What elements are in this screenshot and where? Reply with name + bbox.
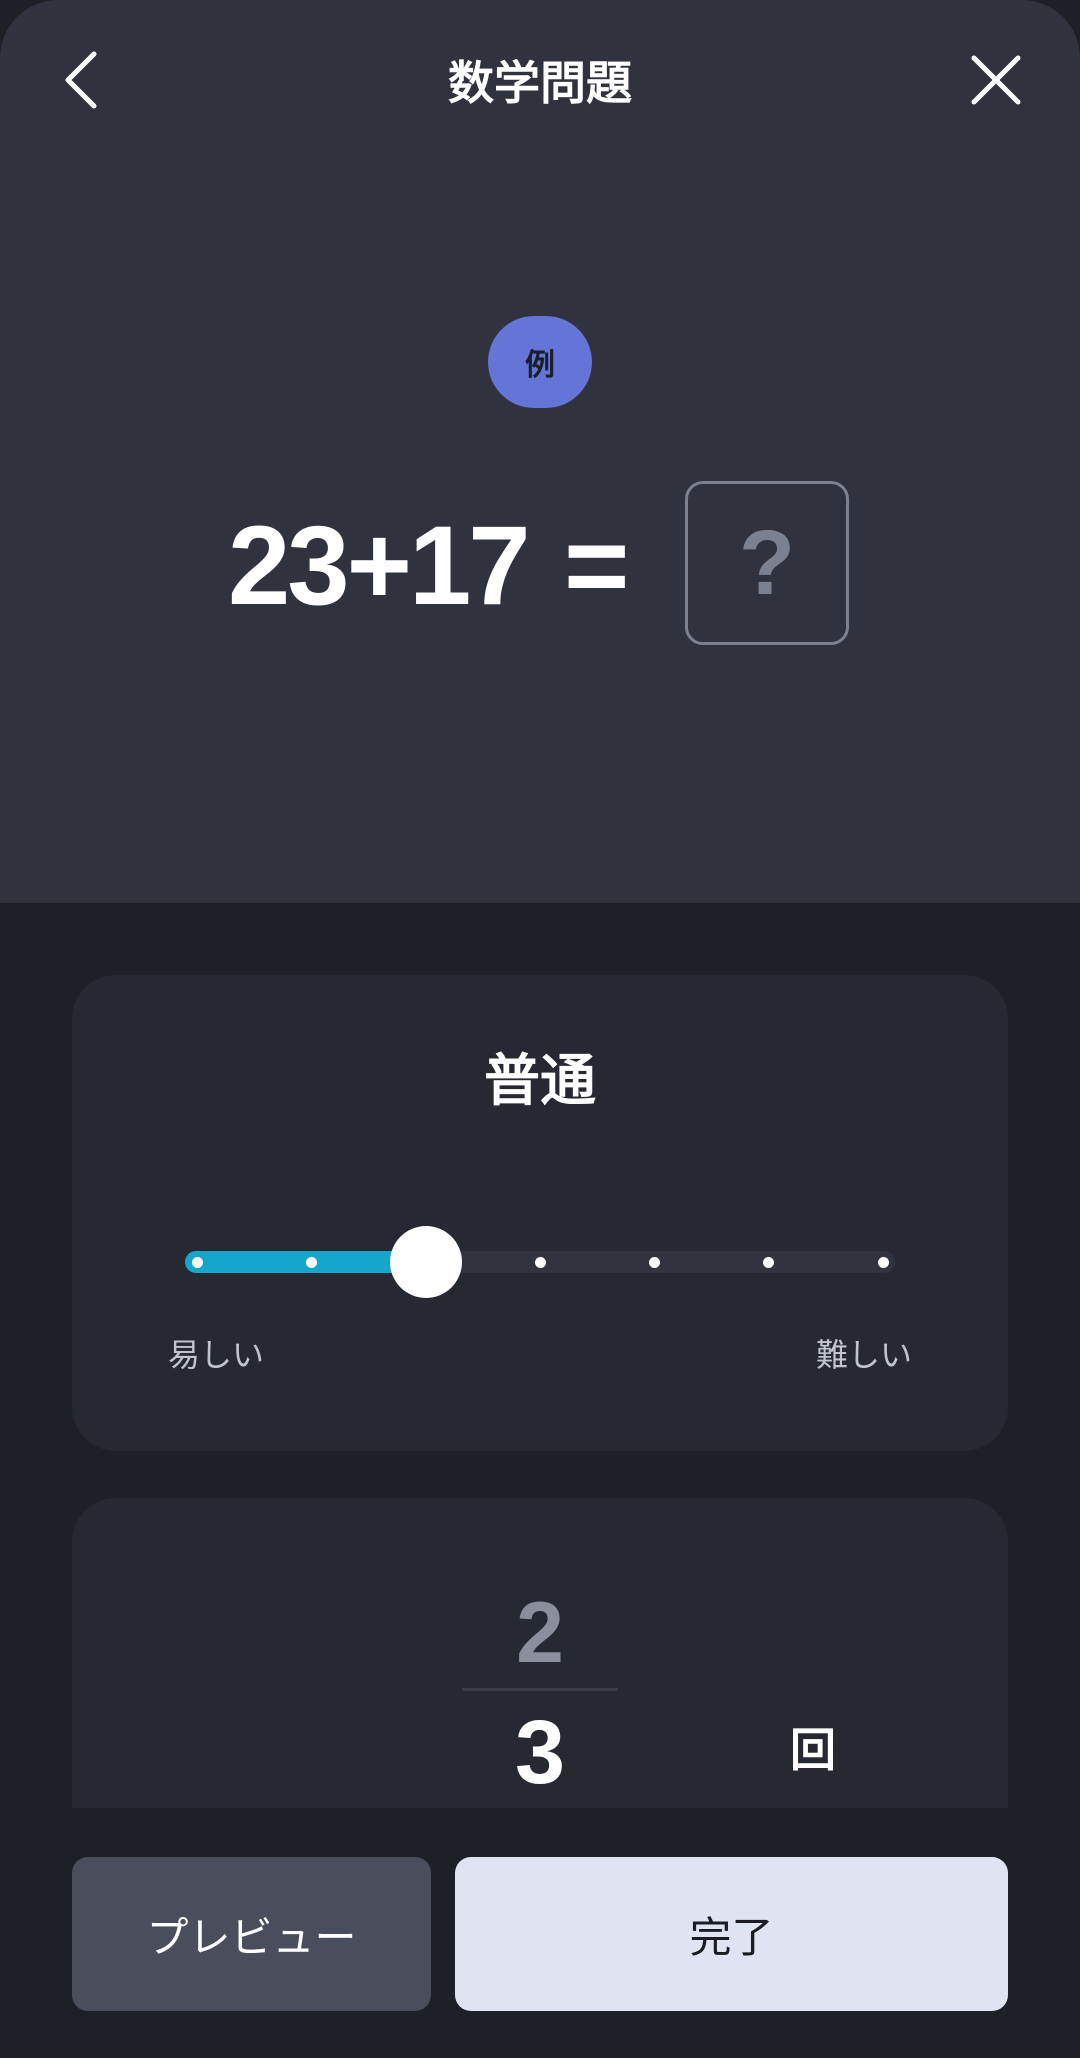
picker-divider [462,1688,618,1691]
example-panel [0,0,1080,903]
picker-option-previous[interactable]: 2 [440,1586,640,1680]
page-title: 数学問題 [448,56,632,110]
slider-step-dot[interactable] [763,1256,775,1268]
slider-step-dot[interactable] [648,1256,660,1268]
close-icon [971,55,1021,105]
difficulty-max-label: 難しい [816,1336,913,1374]
slider-step-dot[interactable] [534,1256,546,1268]
done-button[interactable]: 完了 [455,1857,1008,2011]
difficulty-slider[interactable] [185,1226,895,1298]
preview-button[interactable]: プレビュー [72,1857,431,2011]
answer-placeholder-box: ? [685,481,849,645]
slider-step-dot[interactable] [191,1256,203,1268]
difficulty-label: 普通 [484,1049,596,1114]
close-button[interactable] [956,40,1036,120]
example-badge: 例 [488,316,592,408]
slider-step-dot[interactable] [877,1256,889,1268]
picker-option-selected[interactable]: 3 [440,1704,640,1802]
difficulty-min-label: 易しい [168,1336,265,1374]
example-equation: 23+17 [228,503,531,628]
slider-step-dot[interactable] [305,1256,317,1268]
slider-thumb[interactable] [389,1226,462,1298]
picker-unit-label: 回 [790,1723,836,1777]
equals-sign: = [564,503,630,628]
